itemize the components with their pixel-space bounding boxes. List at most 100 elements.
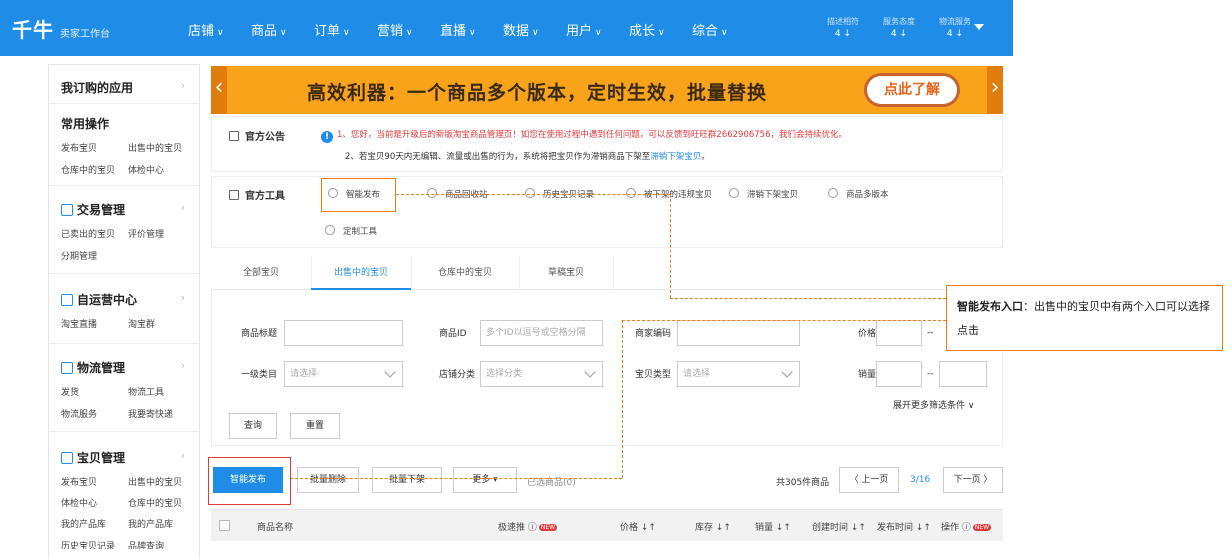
promo-banner[interactable]: ‹ 高效利器：一个商品多个版本，定时生效，批量替换 点此了解 › [211,66,1003,114]
sales-max-input[interactable] [939,361,987,387]
next-page-button[interactable]: 下一页 〉 [943,467,1003,493]
sidebar-link[interactable]: 品牌查询 [128,539,195,549]
tool-unsold-removed[interactable]: 滞销下架宝贝 [729,188,798,200]
tool-multi-version[interactable]: 商品多版本 [828,188,889,200]
sidebar-link[interactable]: 已卖出的宝贝 [61,227,128,240]
product-type-select[interactable]: 请选择 [677,361,800,387]
category-select[interactable]: 请选择 [284,361,403,387]
nav-growth[interactable]: 成长 ∨ [629,20,692,39]
chevron-right-icon[interactable]: › [181,359,185,372]
sidebar-link[interactable]: 分期管理 [61,249,128,262]
sidebar-link[interactable]: 出售中的宝贝 [128,141,195,154]
chevron-right-icon[interactable]: › [181,291,185,304]
id-label: 商品ID [439,329,467,339]
id-input[interactable]: 多个ID以逗号或空格分隔 [480,320,603,346]
info-icon: ! [321,131,333,143]
banner-next-icon[interactable]: › [987,66,1003,114]
sidebar-row: 淘宝直播 淘宝群 [61,317,195,330]
prev-page-button[interactable]: 〈 上一页 [839,467,899,493]
sidebar-link[interactable]: 我的产品库 [128,517,195,530]
unsold-offshelf-link[interactable]: 滞销下架宝贝 [650,152,701,162]
nav-data[interactable]: 数据 ∨ [503,20,566,39]
sidebar-row: 我的产品库 我的产品库 [61,517,195,530]
nav-goods[interactable]: 商品 ∨ [251,20,314,39]
reset-button[interactable]: 重置 [290,413,340,439]
sidebar-goods-title[interactable]: 宝贝管理 [61,449,125,466]
sidebar-trade-title[interactable]: 交易管理 [61,201,125,218]
total-count: 共305件商品 [776,478,830,488]
annotation-connector [670,298,946,299]
app-logo[interactable]: 千牛 [12,14,54,43]
ratings-dropdown-icon[interactable] [974,24,984,30]
divider [49,343,199,344]
col-stock[interactable]: 库存 ↓↑ [695,520,731,533]
sidebar-logistics-title[interactable]: 物流管理 [61,359,125,376]
col-created-time[interactable]: 创建时间 ↓↑ [812,520,866,533]
col-sales[interactable]: 销量 ↓↑ [755,520,791,533]
annotation-connector [290,478,622,479]
product-type-label: 宝贝类型 [635,370,672,380]
annotation-connector [396,194,671,195]
title-input[interactable] [284,320,403,346]
col-boost[interactable]: 极速推 ⓘ NEW [498,520,558,533]
sidebar-ops-title[interactable]: 自运营中心 [61,291,137,308]
nav-marketing[interactable]: 营销 ∨ [377,20,440,39]
nav-users[interactable]: 用户 ∨ [566,20,629,39]
logistics-icon [61,362,73,374]
sidebar-link[interactable]: 评价管理 [128,227,195,240]
nav-live[interactable]: 直播 ∨ [440,20,503,39]
sidebar-link[interactable]: 仓库中的宝贝 [61,163,128,176]
more-actions-button[interactable]: 更多 ▾ [453,467,517,493]
sidebar-link[interactable]: 发货 [61,385,128,398]
chevron-right-icon[interactable]: › [181,79,185,92]
sidebar-link[interactable]: 仓库中的宝贝 [128,496,195,509]
col-price[interactable]: 价格 ↓↑ [620,520,656,533]
shop-category-select[interactable]: 选择分类 [480,361,603,387]
annotation-connector [670,194,671,298]
sidebar-link[interactable]: 物流工具 [128,385,195,398]
sidebar-link[interactable]: 物流服务 [61,407,128,420]
sidebar-link[interactable]: 出售中的宝贝 [128,475,195,488]
banner-prev-icon[interactable]: ‹ [211,66,227,114]
banner-learn-more-button[interactable]: 点此了解 [867,76,957,104]
query-button[interactable]: 查询 [229,413,277,439]
chevron-right-icon[interactable]: › [181,449,185,462]
sidebar-link[interactable]: 体检中心 [128,163,195,176]
batch-delete-button[interactable]: 批量删除 [297,467,359,493]
sidebar-link[interactable]: 发布宝贝 [61,475,128,488]
sidebar-link[interactable]: 发布宝贝 [61,141,128,154]
annotation-connector [622,320,623,478]
sales-min-input[interactable] [876,361,922,387]
sidebar: 我订购的应用 › 常用操作 发布宝贝 出售中的宝贝 仓库中的宝贝 体检中心 交易管理… [48,64,200,559]
nav-general[interactable]: 综合 ∨ [692,20,755,39]
tools-label: 官方工具 [229,187,285,202]
col-published-time[interactable]: 发布时间 ↓↑ [877,520,931,533]
sales-label: 销量 [858,370,877,380]
selected-count: 已选商品(0) [527,478,576,488]
batch-offshelf-button[interactable]: 批量下架 [372,467,442,493]
sidebar-link[interactable]: 体检中心 [61,496,128,509]
sidebar-link[interactable]: 历史宝贝记录 [61,539,128,549]
expand-filters-link[interactable]: 展开更多筛选条件 ∨ [893,398,974,411]
tool-custom[interactable]: 定制工具 [325,225,377,237]
rating-description: 描述相符 4 ↓ [827,17,859,39]
tab-in-warehouse[interactable]: 仓库中的宝贝 [411,256,519,290]
sidebar-link[interactable]: 淘宝直播 [61,317,128,330]
tab-all-products[interactable]: 全部宝贝 [211,256,311,290]
nav-orders[interactable]: 订单 ∨ [314,20,377,39]
merchant-code-input[interactable] [677,320,800,346]
sidebar-link[interactable]: 淘宝群 [128,317,195,330]
tab-drafts[interactable]: 草稿宝贝 [519,256,613,290]
sidebar-apps-title[interactable]: 我订购的应用 [61,79,133,96]
select-all-checkbox[interactable] [219,520,230,531]
sidebar-link[interactable]: 我的产品库 [61,517,128,530]
nav-shop[interactable]: 店铺 ∨ [188,20,251,39]
new-badge: NEW [972,524,992,531]
price-min-input[interactable] [876,320,922,346]
tab-on-sale[interactable]: 出售中的宝贝 [311,256,411,290]
chevron-right-icon[interactable]: › [181,201,185,214]
new-badge: NEW [538,524,558,531]
divider [49,431,199,432]
sidebar-link[interactable]: 我要寄快递 [128,407,195,420]
annotation-callout: 智能发布入口：出售中的宝贝中有两个入口可以选择点击 [946,285,1223,351]
